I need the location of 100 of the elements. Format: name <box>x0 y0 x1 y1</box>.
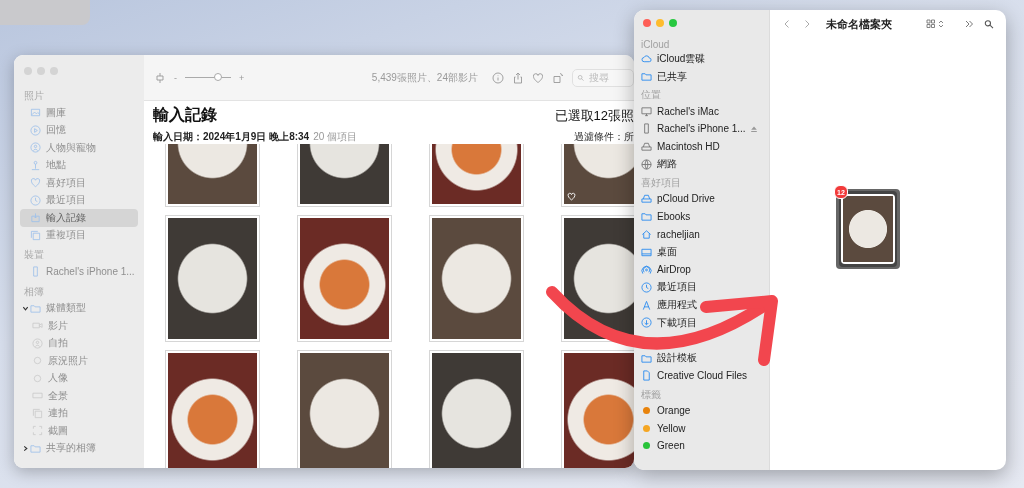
rotate-icon[interactable] <box>552 71 564 84</box>
sidebar-item[interactable]: 設計模板 <box>657 351 697 366</box>
monitor-icon <box>641 105 652 117</box>
person-icon <box>30 142 41 154</box>
heart-icon[interactable] <box>532 71 544 84</box>
close-button[interactable] <box>643 19 651 27</box>
double-chevron-icon[interactable] <box>964 19 974 29</box>
sidebar-item[interactable]: Rachel's iPhone 1... <box>20 263 138 281</box>
selection-count: 已選取12張照 <box>554 107 634 125</box>
section-heading: iCloud <box>641 38 671 50</box>
section-heading: 標籤 <box>641 387 662 402</box>
slider-thumb[interactable] <box>214 73 223 81</box>
sidebar-item[interactable]: 原況照片 <box>20 352 138 370</box>
import-date: 輸入日期：2024年1月9日 晚上8:34 <box>153 130 310 144</box>
window-title: 未命名檔案夾 <box>826 16 892 32</box>
photo-placeholder[interactable] <box>297 350 392 468</box>
grid-view-icon[interactable] <box>926 19 946 29</box>
sidebar-item[interactable]: 人物與寵物 <box>20 139 138 157</box>
photo-placeholder[interactable] <box>429 215 524 342</box>
apps-icon <box>641 299 652 311</box>
section-heading: 喜好項目 <box>641 176 682 191</box>
sidebar-item[interactable]: Macintosh HD <box>657 141 720 153</box>
sidebar-item[interactable]: 連拍 <box>20 404 138 422</box>
photo-placeholder[interactable] <box>297 215 392 342</box>
folder-icon <box>641 211 652 223</box>
sidebar-item[interactable]: 影片 <box>20 317 138 335</box>
cloud-icon <box>641 53 652 65</box>
sidebar-item[interactable]: 已共享 <box>657 69 687 84</box>
sidebar-item[interactable]: 人像 <box>20 369 138 387</box>
zoom-in-label[interactable]: + <box>239 72 245 83</box>
chevron-icon[interactable] <box>21 444 29 452</box>
sidebar-item[interactable]: 最近項目 <box>657 280 697 295</box>
zoom-out-label[interactable]: - <box>174 72 177 83</box>
phone-icon <box>641 123 652 135</box>
sidebar-item[interactable]: Orange <box>657 405 691 417</box>
library-count: 5,439張照片、24部影片 <box>371 70 478 85</box>
photo-placeholder[interactable] <box>165 350 260 468</box>
photo-placeholder[interactable] <box>561 350 634 468</box>
clock-icon <box>641 281 652 293</box>
heart-icon <box>30 177 41 189</box>
sidebar-item[interactable]: Yellow <box>657 422 686 434</box>
sidebar-item[interactable]: 喜好項目 <box>20 174 138 192</box>
document-icon <box>641 370 652 382</box>
house-icon <box>641 228 652 240</box>
sidebar-item[interactable]: AirDrop <box>657 264 691 276</box>
sidebar-item[interactable]: 截圖 <box>20 422 138 440</box>
sidebar-item[interactable]: 回憶 <box>20 121 138 139</box>
sidebar-item[interactable]: 最近項目 <box>20 191 138 209</box>
eject-icon[interactable] <box>749 124 758 133</box>
folder-icon <box>641 71 652 83</box>
tray-icon <box>30 212 41 224</box>
sidebar-item[interactable]: 桌面 <box>657 245 677 260</box>
sidebar-item[interactable]: 媒體類型 <box>20 299 138 317</box>
chevron-icon[interactable] <box>21 304 29 312</box>
section-heading: 相簿 <box>23 284 45 299</box>
folder-icon <box>30 442 41 454</box>
sidebar-item[interactable]: Rachel's iMac <box>657 105 719 117</box>
filter-label[interactable]: 過濾條件：所 <box>574 130 634 144</box>
sidebar-item[interactable]: Creative Cloud Files <box>657 370 748 382</box>
share-icon[interactable] <box>512 71 524 84</box>
pin-icon <box>30 159 41 171</box>
sidebar-item[interactable]: 重複項目 <box>20 226 138 244</box>
folder-icon <box>30 302 41 314</box>
sidebar-item[interactable]: 網路 <box>657 157 677 172</box>
search-icon[interactable] <box>984 19 994 29</box>
sidebar-item[interactable]: racheljian <box>657 228 700 240</box>
photo-placeholder[interactable] <box>165 215 260 342</box>
sidebar-item[interactable]: 全景 <box>20 387 138 405</box>
sidebar-item[interactable]: pCloud Drive <box>657 193 715 205</box>
sidebar-item[interactable]: Green <box>657 440 685 452</box>
heart-icon <box>567 192 576 201</box>
clock-icon <box>30 194 41 206</box>
sidebar-item[interactable]: iCloud雲碟 <box>657 51 706 66</box>
forward-icon[interactable] <box>802 19 812 29</box>
sidebar-item[interactable]: 共享的相簿 <box>20 439 138 457</box>
download-icon <box>641 317 652 329</box>
photo-placeholder[interactable] <box>429 350 524 468</box>
stacked-squares-icon <box>30 229 41 241</box>
sidebar-item[interactable]: Ebooks <box>657 211 691 223</box>
sidebar-item[interactable]: Rachel's iPhone 1... <box>657 123 746 135</box>
display-icon <box>641 246 652 258</box>
sidebar-item[interactable]: 地點 <box>20 156 138 174</box>
folder-icon <box>641 352 652 364</box>
photo-icon <box>30 107 41 119</box>
person-icon <box>32 337 43 349</box>
item-count: 20 個項目 <box>313 130 358 144</box>
sidebar-item[interactable]: 自拍 <box>20 334 138 352</box>
back-icon[interactable] <box>782 19 792 29</box>
sidebar-item[interactable]: 下載項目 <box>657 315 697 330</box>
sidebar-item[interactable]: 圖庫 <box>20 104 138 122</box>
stacked-squares-icon <box>32 407 43 419</box>
page-title: 輸入記錄 <box>153 105 217 125</box>
frame-corners-icon <box>32 425 43 437</box>
section-heading: 位置 <box>641 88 662 103</box>
sidebar-item[interactable]: 應用程式 <box>657 298 697 313</box>
globe-icon <box>641 158 652 170</box>
phone-icon <box>30 266 41 278</box>
sidebar-item[interactable]: 輸入記錄 <box>20 209 138 227</box>
radar-icon <box>641 264 652 276</box>
search-icon <box>577 73 585 82</box>
